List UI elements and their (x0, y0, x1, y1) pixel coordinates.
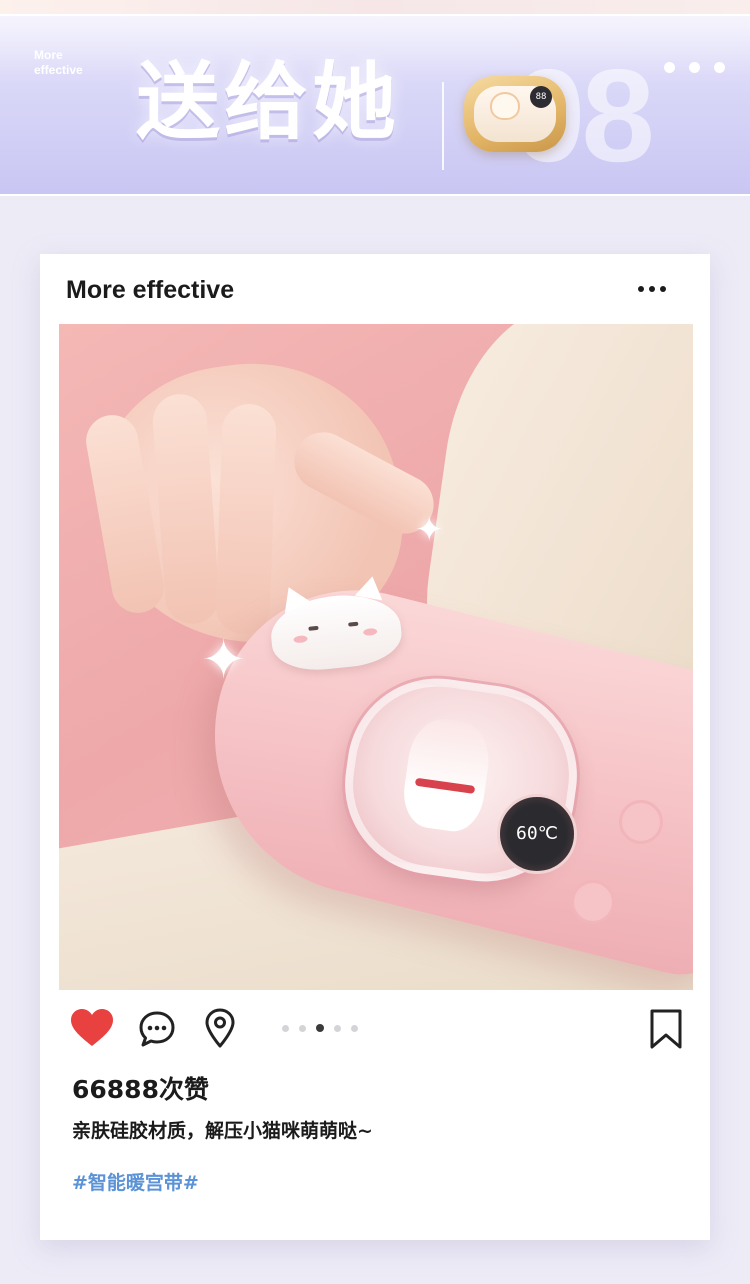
pager-dot[interactable] (351, 1024, 358, 1032)
lucky-cat-figure (399, 714, 494, 835)
temperature-display: 60℃ (497, 794, 577, 874)
banner-product-image: 88 (464, 76, 566, 152)
top-strip (0, 0, 750, 14)
warmer-button-lower (571, 880, 615, 924)
post-actions (70, 1008, 690, 1050)
pager-dot[interactable] (334, 1024, 341, 1032)
banner-dot (664, 62, 675, 73)
cat-collar (414, 777, 476, 794)
banner-subtitle: More effective (34, 48, 83, 77)
more-dot (649, 286, 655, 292)
more-dot (638, 286, 644, 292)
banner-product-display: 88 (530, 86, 552, 108)
banner-divider (442, 82, 444, 170)
banner-title: 送给她 (136, 53, 401, 151)
cat-blush (293, 635, 308, 644)
post-hashtag[interactable]: #智能暖宫带# (72, 1168, 199, 1198)
section-banner: More effective 送给她 08 88 (0, 14, 750, 196)
cat-ear (354, 573, 387, 601)
banner-dot (714, 62, 725, 73)
temperature-value: 60℃ (516, 823, 558, 844)
cat-eye (308, 625, 319, 631)
banner-dots (664, 62, 725, 73)
pager-dot[interactable] (316, 1024, 324, 1032)
sparkle-icon: ✦ (415, 510, 444, 550)
heart-icon[interactable] (70, 1008, 114, 1048)
pager-dot[interactable] (299, 1024, 306, 1032)
sparkle-icon: ✦ (201, 628, 247, 691)
banner-dot (689, 62, 700, 73)
bookmark-icon[interactable] (648, 1008, 684, 1050)
cat-eye (348, 621, 359, 627)
cat-blush (362, 627, 378, 637)
banner-product-cat (490, 92, 520, 120)
more-options-icon[interactable] (638, 286, 666, 292)
social-post-card: More effective 60℃ ✦ ✦ 66888次赞 亲肤硅胶材质，解压… (40, 254, 710, 1240)
pager-dot[interactable] (282, 1024, 289, 1032)
post-header-title: More effective (66, 276, 235, 304)
post-caption: 亲肤硅胶材质，解压小猫咪萌萌哒~ (72, 1120, 373, 1142)
post-photo: 60℃ ✦ ✦ (59, 324, 693, 990)
like-count: 66888次赞 (72, 1075, 209, 1104)
more-dot (660, 286, 666, 292)
photo-finger (215, 403, 277, 635)
image-pager[interactable] (282, 1024, 358, 1032)
warmer-button-upper (619, 800, 663, 844)
location-icon[interactable] (204, 1008, 236, 1048)
comment-icon[interactable] (138, 1010, 176, 1048)
